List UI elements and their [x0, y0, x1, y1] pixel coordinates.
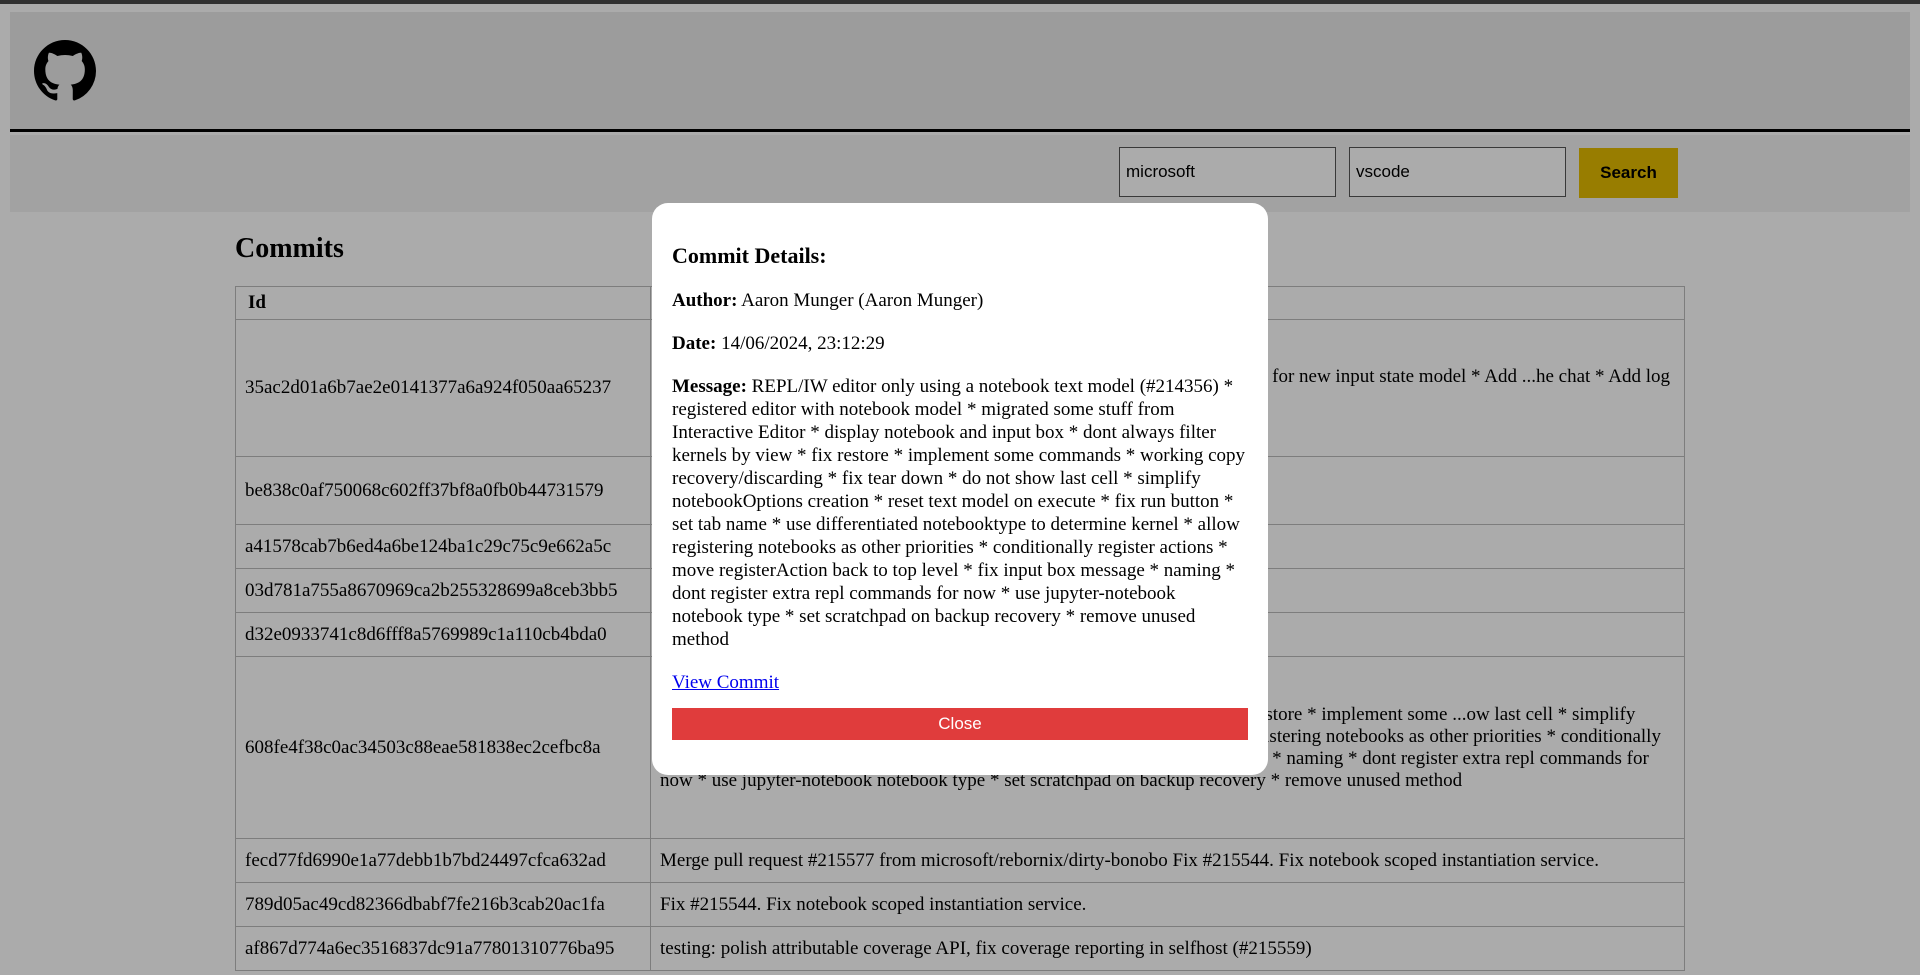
author-label: Author: — [672, 290, 738, 311]
date-line: Date: 14/06/2024, 23:12:29 — [672, 332, 1248, 355]
view-commit-link[interactable]: View Commit — [672, 671, 1248, 694]
date-label: Date: — [672, 333, 717, 354]
author-line: Author: Aaron Munger (Aaron Munger) — [672, 289, 1248, 312]
message-value: REPL/IW editor only using a notebook tex… — [672, 376, 1246, 650]
modal-title: Commit Details: — [672, 243, 827, 268]
date-value: 14/06/2024, 23:12:29 — [721, 333, 885, 354]
commit-details-modal: Commit Details: Author: Aaron Munger (Aa… — [652, 203, 1268, 775]
author-value: Aaron Munger (Aaron Munger) — [741, 290, 984, 311]
close-button[interactable]: Close — [672, 708, 1248, 740]
message-line: Message: REPL/IW editor only using a not… — [672, 375, 1248, 651]
message-label: Message: — [672, 376, 747, 397]
